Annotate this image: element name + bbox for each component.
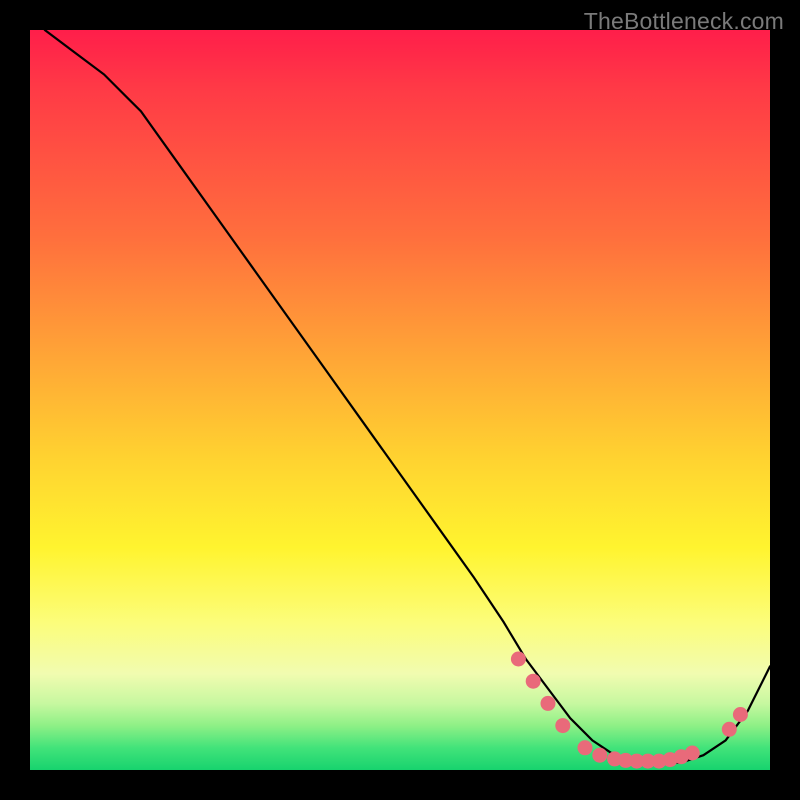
line-layer <box>45 30 770 763</box>
data-marker <box>592 748 607 763</box>
data-marker <box>526 674 541 689</box>
plot-area <box>30 30 770 770</box>
data-marker <box>733 707 748 722</box>
watermark-text: TheBottleneck.com <box>584 8 784 35</box>
chart-svg <box>30 30 770 770</box>
data-marker <box>555 718 570 733</box>
data-marker <box>578 740 593 755</box>
bottleneck-curve <box>45 30 770 763</box>
data-marker <box>685 746 700 761</box>
data-marker <box>541 696 556 711</box>
data-marker <box>511 652 526 667</box>
marker-layer <box>511 652 748 769</box>
data-marker <box>722 722 737 737</box>
chart-frame: TheBottleneck.com <box>0 0 800 800</box>
